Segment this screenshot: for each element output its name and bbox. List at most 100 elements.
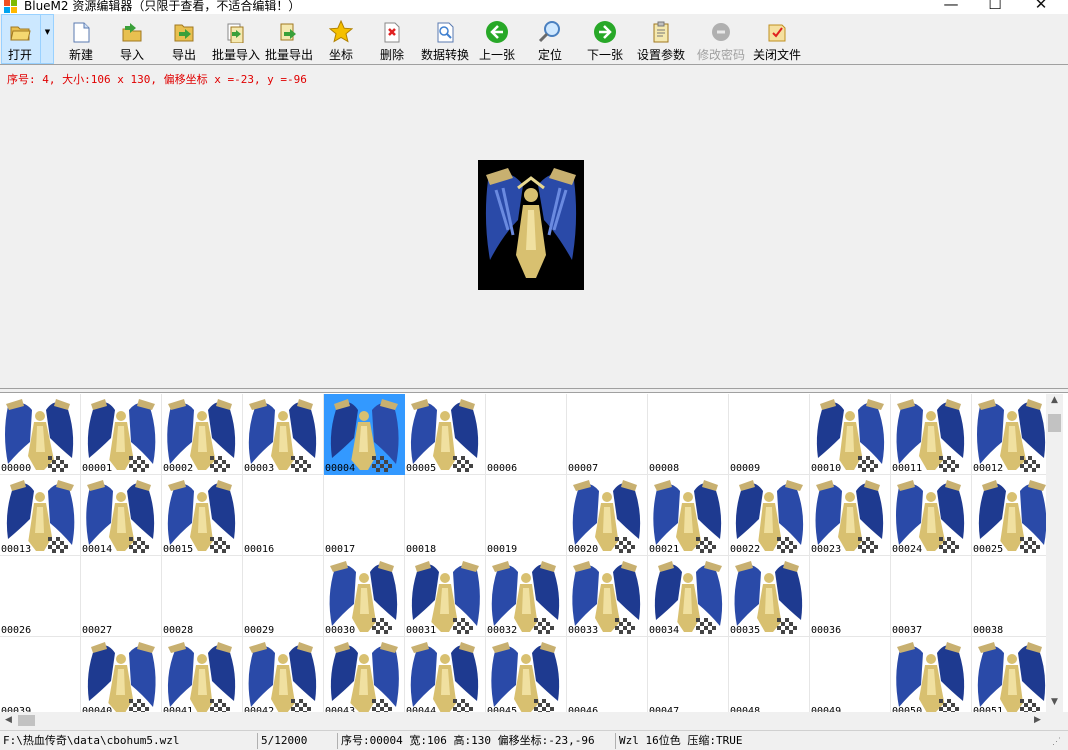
scroll-left-arrow-icon[interactable]: ◀ (0, 715, 17, 725)
toolbar-button-next[interactable]: 下一张 (580, 14, 630, 64)
thumbnail-index-label: 00004 (325, 463, 356, 474)
thumbnail-cell[interactable]: 00032 (486, 556, 567, 637)
sprite-preview-image (478, 160, 584, 290)
thumbnail-cell[interactable]: 00008 (648, 394, 729, 475)
toolbar-button-import[interactable]: 导入 (108, 14, 156, 64)
import-icon (120, 20, 144, 44)
thumbnail-cell[interactable]: 00051 (972, 637, 1046, 713)
thumbnail-index-label: 00034 (649, 625, 680, 636)
thumbnail-cell[interactable]: 00048 (729, 637, 810, 713)
maximize-button[interactable]: ☐ (972, 0, 1018, 14)
toolbar-button-export[interactable]: 导出 (160, 14, 208, 64)
thumbnail-cell[interactable]: 00006 (486, 394, 567, 475)
thumbnail-cell[interactable]: 00047 (648, 637, 729, 713)
toolbar-button-password: 修改密码 (694, 14, 748, 64)
thumbnail-cell[interactable]: 00049 (810, 637, 891, 713)
thumbnail-cell[interactable]: 00027 (81, 556, 162, 637)
thumbnail-cell[interactable]: 00004 (324, 394, 405, 475)
toolbar-button-settings-clipboard[interactable]: 设置参数 (634, 14, 688, 64)
thumbnail-cell[interactable]: 00039 (0, 637, 81, 713)
toolbar-button-locate[interactable]: 定位 (526, 14, 574, 64)
thumbnail-cell[interactable]: 00042 (243, 637, 324, 713)
toolbar-button-new-document[interactable]: 新建 (56, 14, 106, 64)
thumbnail-cell[interactable]: 00033 (567, 556, 648, 637)
thumbnail-cell[interactable]: 00007 (567, 394, 648, 475)
minimize-button[interactable]: — (928, 0, 974, 14)
thumbnail-index-label: 00003 (244, 463, 275, 474)
thumbnail-cell[interactable]: 00029 (243, 556, 324, 637)
status-position: 5/12000 (258, 733, 338, 749)
vertical-scroll-thumb[interactable] (1048, 414, 1061, 432)
thumbnail-cell[interactable]: 00037 (891, 556, 972, 637)
thumbnail-cell[interactable]: 00018 (405, 475, 486, 556)
thumbnail-index-label: 00007 (568, 463, 599, 474)
thumbnail-index-label: 00033 (568, 625, 599, 636)
close-window-button[interactable]: ✕ (1018, 0, 1064, 14)
thumbnail-index-label: 00026 (1, 625, 32, 636)
thumbnail-index-label: 00030 (325, 625, 356, 636)
thumbnail-cell[interactable]: 00002 (162, 394, 243, 475)
thumbnail-cell[interactable]: 00030 (324, 556, 405, 637)
thumbnail-cell[interactable]: 00044 (405, 637, 486, 713)
horizontal-scroll-thumb[interactable] (18, 715, 35, 726)
scroll-down-arrow-icon[interactable]: ▼ (1046, 697, 1063, 707)
thumbnail-cell[interactable]: 00016 (243, 475, 324, 556)
vertical-scrollbar[interactable]: ▲ ▼ (1046, 394, 1063, 713)
toolbar-button-star[interactable]: 坐标 (318, 14, 364, 64)
open-dropdown-arrow[interactable]: ▼ (40, 14, 54, 64)
thumbnail-cell[interactable]: 00035 (729, 556, 810, 637)
thumbnail-cell[interactable]: 00036 (810, 556, 891, 637)
thumbnail-cell[interactable]: 00021 (648, 475, 729, 556)
thumbnail-cell[interactable]: 00013 (0, 475, 81, 556)
thumbnail-cell[interactable]: 00001 (81, 394, 162, 475)
scroll-up-arrow-icon[interactable]: ▲ (1046, 395, 1063, 405)
status-file-path: F:\热血传奇\data\cbohum5.wzl (0, 733, 258, 749)
thumbnail-cell[interactable]: 00026 (0, 556, 81, 637)
thumbnail-cell[interactable]: 00045 (486, 637, 567, 713)
title-bar: BlueM2 资源编辑器（只限于查看，不适合编辑！） — ☐ ✕ (0, 0, 1068, 14)
thumbnail-cell[interactable]: 00025 (972, 475, 1046, 556)
batch-export-icon (277, 20, 301, 44)
toolbar-button-close-file[interactable]: 关闭文件 (750, 14, 804, 64)
thumbnail-cell[interactable]: 00003 (243, 394, 324, 475)
toolbar-button-batch-import[interactable]: 批量导入 (210, 14, 262, 64)
thumbnail-cell[interactable]: 00010 (810, 394, 891, 475)
thumbnail-cell[interactable]: 00005 (405, 394, 486, 475)
resize-grip-icon[interactable]: ⋰ (1052, 737, 1061, 747)
toolbar-button-convert[interactable]: 数据转换 (418, 14, 472, 64)
toolbar-button-label: 数据转换 (420, 48, 469, 62)
thumbnail-cell[interactable]: 00040 (81, 637, 162, 713)
horizontal-scrollbar[interactable]: ◀ ▶ (0, 712, 1046, 729)
thumbnail-cell[interactable]: 00034 (648, 556, 729, 637)
thumbnail-index-label: 00009 (730, 463, 761, 474)
status-bar: F:\热血传奇\data\cbohum5.wzl 5/12000 序号:0000… (0, 730, 1068, 750)
thumbnail-cell[interactable]: 00019 (486, 475, 567, 556)
thumbnail-cell[interactable]: 00022 (729, 475, 810, 556)
thumbnail-cell[interactable]: 00014 (81, 475, 162, 556)
scroll-right-arrow-icon[interactable]: ▶ (1029, 715, 1046, 725)
toolbar-button-open-folder[interactable]: 打开 (1, 14, 39, 64)
toolbar-button-previous[interactable]: 上一张 (474, 14, 520, 64)
thumbnail-cell[interactable]: 00015 (162, 475, 243, 556)
thumbnail-cell[interactable]: 00046 (567, 637, 648, 713)
thumbnail-cell[interactable]: 00043 (324, 637, 405, 713)
toolbar-button-delete[interactable]: 删除 (368, 14, 416, 64)
thumbnail-cell[interactable]: 00020 (567, 475, 648, 556)
thumbnail-cell[interactable]: 00017 (324, 475, 405, 556)
thumbnail-cell[interactable]: 00024 (891, 475, 972, 556)
thumbnail-cell[interactable]: 00031 (405, 556, 486, 637)
thumbnail-cell[interactable]: 00050 (891, 637, 972, 713)
toolbar-button-label: 打开 (7, 48, 32, 62)
toolbar-button-batch-export[interactable]: 批量导出 (263, 14, 315, 64)
thumbnail-cell[interactable]: 00009 (729, 394, 810, 475)
thumbnail-cell[interactable]: 00038 (972, 556, 1046, 637)
thumbnail-cell[interactable]: 00028 (162, 556, 243, 637)
thumbnail-cell[interactable]: 00041 (162, 637, 243, 713)
thumbnail-cell[interactable]: 00012 (972, 394, 1046, 475)
convert-icon (433, 20, 457, 44)
thumbnail-cell[interactable]: 00023 (810, 475, 891, 556)
thumbnail-index-label: 00012 (973, 463, 1004, 474)
thumbnail-cell[interactable]: 00011 (891, 394, 972, 475)
status-format: Wzl 16位色 压缩:TRUE (619, 734, 743, 747)
thumbnail-cell[interactable]: 00000 (0, 394, 81, 475)
